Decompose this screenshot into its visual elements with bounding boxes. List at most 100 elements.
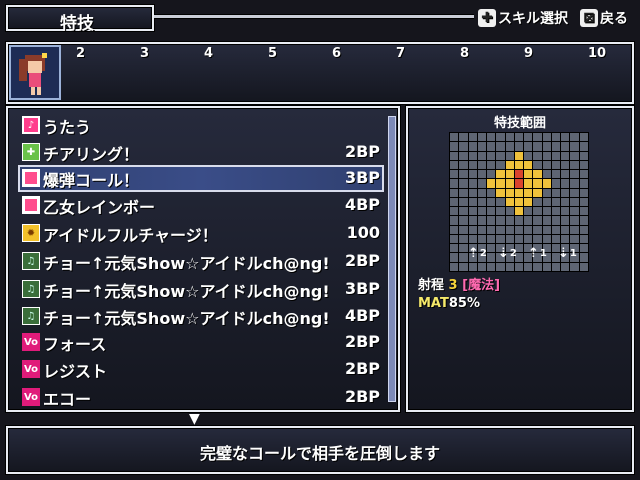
music-note-icon: ♫ [22, 307, 40, 325]
vo-icon: Vo [22, 360, 40, 378]
skill-cost: 2BP [344, 359, 380, 378]
skill-row[interactable]: 乙女レインボー 4BP [18, 192, 384, 219]
skill-name: 乙女レインボー [43, 198, 156, 217]
range-cell [459, 234, 468, 244]
range-cell [496, 234, 505, 244]
party-slot-10[interactable]: 10 [588, 46, 606, 61]
range-cell [459, 160, 468, 170]
down-arrow-icon: ⇣ [558, 246, 569, 261]
range-cell [561, 133, 570, 142]
skill-select-hint[interactable]: ✚ スキル選択 [478, 8, 568, 28]
character-portrait[interactable] [9, 45, 61, 100]
range-cell [561, 225, 570, 234]
party-slot-7[interactable]: 7 [396, 46, 405, 61]
skill-row-selected[interactable]: 爆弾コール！ 3BP [18, 165, 384, 192]
range-cell [505, 197, 514, 207]
range-cell [551, 160, 561, 170]
range-cell [468, 151, 477, 160]
range-cell [561, 207, 570, 216]
party-slot-9[interactable]: 9 [524, 46, 533, 61]
range-cell [561, 160, 570, 170]
range-cell [514, 225, 524, 234]
skill-row[interactable]: ♪ うたう [18, 112, 384, 139]
range-cell [542, 197, 551, 207]
range-cell [524, 151, 533, 160]
skill-row[interactable]: ✚ チアリング！ 2BP [18, 139, 384, 166]
range-cell [533, 151, 542, 160]
range-cell [459, 151, 468, 160]
range-cell [524, 188, 533, 197]
range-cell [542, 188, 551, 197]
range-cell [570, 197, 579, 207]
range-cell [551, 188, 561, 197]
attack-type: [魔法] [462, 278, 501, 293]
range-cell [468, 207, 477, 216]
skill-name: うたう [43, 118, 92, 137]
party-slot-4[interactable]: 4 [204, 46, 213, 61]
skill-row[interactable]: ♫ チョー↑元気Show☆アイドルch@ng! 2BP [18, 248, 384, 275]
description-box: 完璧なコールで相手を圧倒します [6, 426, 634, 474]
range-cell [505, 142, 514, 151]
range-cell [468, 197, 477, 207]
range-cell [487, 216, 496, 225]
range-cell [477, 170, 487, 179]
party-slot-5[interactable]: 5 [268, 46, 277, 61]
range-cell [542, 179, 551, 188]
range-cell [468, 188, 477, 197]
range-cell [459, 179, 468, 188]
skill-row[interactable]: ♫ チョー↑元気Show☆アイドルch@ng! 3BP [18, 276, 384, 303]
range-cell [514, 234, 524, 244]
skill-row[interactable]: ✹ アイドルフルチャージ！ 100 [18, 220, 384, 247]
skill-row[interactable]: Vo エコー 2BP [18, 384, 384, 411]
range-cell [533, 225, 542, 234]
range-cell [450, 179, 459, 188]
party-slot-3[interactable]: 3 [140, 46, 149, 61]
party-slot-2[interactable]: 2 [76, 46, 85, 61]
range-cell [468, 160, 477, 170]
skill-name: レジスト [43, 362, 108, 381]
range-cell [505, 188, 514, 197]
cheer-plus-icon: ✚ [22, 143, 40, 161]
range-cell [487, 179, 496, 188]
range-cell [505, 225, 514, 234]
back-hint[interactable]: ⊠ 戻る [580, 8, 628, 28]
range-cell [477, 133, 487, 142]
range-cell [487, 170, 496, 179]
range-cell [450, 244, 459, 253]
skill-name: チアリング！ [43, 145, 140, 164]
skill-list-scrollbar[interactable] [388, 116, 396, 402]
range-cell [496, 160, 505, 170]
up-arrow-icon: ⇡ [528, 246, 539, 261]
range-cell [533, 234, 542, 244]
range-cell [579, 225, 588, 234]
range-cell [533, 160, 542, 170]
party-slot-8[interactable]: 8 [460, 46, 469, 61]
range-cell [450, 234, 459, 244]
range-cell [450, 225, 459, 234]
range-cell [524, 216, 533, 225]
song-icon: ♪ [22, 116, 40, 134]
skill-row[interactable]: Vo フォース 2BP [18, 329, 384, 356]
party-slot-6[interactable]: 6 [332, 46, 341, 61]
range-cell [579, 151, 588, 160]
vo-icon: Vo [22, 388, 40, 406]
skill-row[interactable]: Vo レジスト 2BP [18, 356, 384, 383]
range-cell [514, 197, 524, 207]
mat-info: MAT85% [418, 296, 480, 311]
range-cell [514, 170, 524, 179]
range-cell [514, 207, 524, 216]
skill-row[interactable]: ♫ チョー↑元気Show☆アイドルch@ng! 4BP [18, 303, 384, 330]
x-button-icon: ⊠ [580, 9, 598, 27]
skill-description: 完璧なコールで相手を圧倒します [199, 444, 440, 463]
range-cell [468, 216, 477, 225]
range-cell [496, 216, 505, 225]
idol-sprite-icon [19, 53, 47, 95]
range-cell [468, 225, 477, 234]
music-note-icon: ♫ [22, 252, 40, 270]
range-cell [524, 133, 533, 142]
range-cell [524, 170, 533, 179]
star-burst-icon: ✹ [22, 224, 40, 242]
range-cell [533, 133, 542, 142]
range-cell [496, 225, 505, 234]
back-label: 戻る [600, 11, 628, 27]
